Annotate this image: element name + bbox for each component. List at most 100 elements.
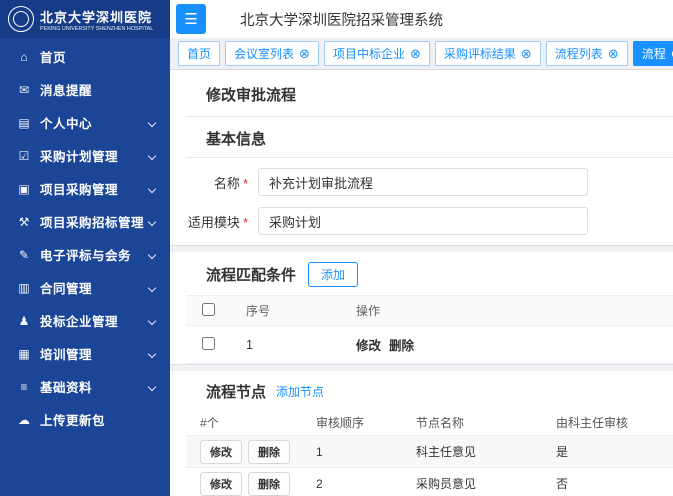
required-asterisk: * bbox=[243, 215, 248, 230]
sidebar-item-label: 项目采购招标管理 bbox=[40, 212, 144, 231]
hamburger-icon: ☰ bbox=[184, 11, 197, 28]
sidebar-item-upload-package[interactable]: ☁上传更新包 bbox=[0, 403, 170, 436]
chevron-down-icon bbox=[148, 250, 156, 258]
chevron-down-icon bbox=[148, 118, 156, 126]
tab-label: 会议室列表 bbox=[234, 45, 294, 62]
director-review-cell: 否 bbox=[556, 475, 673, 492]
column-header: 节点名称 bbox=[416, 414, 556, 431]
edit-doc-icon: ✎ bbox=[15, 248, 33, 262]
sidebar-item-project-bidding[interactable]: ⚒ 项目采购招标管理 bbox=[0, 205, 170, 238]
menu-toggle-button[interactable]: ☰ bbox=[176, 4, 206, 34]
select-all-checkbox[interactable] bbox=[202, 303, 215, 316]
id-card-icon: ▤ bbox=[15, 116, 33, 130]
basic-info-form: 名称* 适用模块* bbox=[186, 158, 673, 245]
delete-button[interactable]: 删除 bbox=[248, 472, 290, 496]
close-icon[interactable]: ⊗ bbox=[410, 47, 421, 60]
form-row-name: 名称* bbox=[186, 168, 673, 196]
column-header: #个 bbox=[186, 414, 316, 431]
tab-bar: 首页会议室列表⊗项目中标企业⊗采购评标结果⊗流程列表⊗流程⊗ bbox=[170, 38, 673, 70]
required-asterisk: * bbox=[243, 176, 248, 191]
tab-label: 项目中标企业 bbox=[333, 45, 405, 62]
tab-meeting-room-list[interactable]: 会议室列表 ⊗ bbox=[225, 41, 319, 66]
app-window: 北京大学深圳医院 PEKING UNIVERSITY SHENZHEN HOSP… bbox=[0, 0, 673, 496]
tab-label: 流程 bbox=[642, 45, 666, 62]
column-header-action: 操作 bbox=[356, 302, 673, 319]
project-icon: ▣ bbox=[15, 182, 33, 196]
upload-icon: ☁ bbox=[15, 413, 33, 427]
sidebar-item-label: 消息提醒 bbox=[40, 80, 92, 99]
director-review-cell: 是 bbox=[556, 443, 673, 460]
sidebar-item-home[interactable]: ⌂ 首页 bbox=[0, 40, 170, 73]
sidebar-item-label: 采购计划管理 bbox=[40, 146, 118, 165]
table-row: 1修改删除 bbox=[186, 326, 673, 364]
training-icon: ▦ bbox=[15, 347, 33, 361]
table-row: 修改删除 1科主任意见是 bbox=[186, 436, 673, 468]
tab-label: 首页 bbox=[187, 45, 211, 62]
table-row: 修改删除2采购员意见否 bbox=[186, 468, 673, 496]
sidebar-item-label: 合同管理 bbox=[40, 278, 92, 297]
order-cell: 1 bbox=[316, 445, 416, 459]
hospital-seal-icon bbox=[8, 6, 34, 32]
tab-bid-evaluation-result[interactable]: 采购评标结果⊗ bbox=[435, 41, 541, 66]
tab-process-list[interactable]: 流程列表⊗ bbox=[546, 41, 628, 66]
chevron-down-icon bbox=[148, 283, 156, 291]
topbar: ☰ 北京大学深圳医院招采管理系统 bbox=[170, 0, 673, 38]
tools-icon: ⚒ bbox=[15, 215, 33, 229]
seq-cell: 1 bbox=[246, 338, 356, 352]
row-checkbox[interactable] bbox=[202, 337, 215, 350]
modify-link[interactable]: 修改 bbox=[356, 339, 381, 353]
sidebar-item-purchase-plan[interactable]: ☑ 采购计划管理 bbox=[0, 139, 170, 172]
chevron-down-icon bbox=[148, 151, 156, 159]
delete-link[interactable]: 删除 bbox=[389, 339, 414, 353]
name-input[interactable] bbox=[258, 168, 588, 196]
hospital-name-en: PEKING UNIVERSITY SHENZHEN HOSPITAL bbox=[40, 26, 150, 31]
page-title: 修改审批流程 bbox=[206, 87, 296, 104]
add-node-link[interactable]: 添加节点 bbox=[276, 383, 324, 400]
sidebar-item-label: 个人中心 bbox=[40, 113, 92, 132]
section-title-process-nodes: 流程节点 bbox=[206, 381, 266, 402]
chevron-down-icon bbox=[148, 349, 156, 357]
sidebar-item-label: 培训管理 bbox=[40, 344, 92, 363]
column-header: 审核顺序 bbox=[316, 414, 416, 431]
sidebar-item-e-evaluation[interactable]: ✎电子评标与会务 bbox=[0, 238, 170, 271]
chevron-down-icon bbox=[148, 217, 156, 225]
chevron-down-icon bbox=[148, 382, 156, 390]
sidebar-item-project-purchase[interactable]: ▣项目采购管理 bbox=[0, 172, 170, 205]
content: 修改审批流程 基本信息 名称*适用模块* 流程匹配条件 添加 序号操作 1修改删… bbox=[170, 70, 673, 496]
module-input[interactable] bbox=[258, 207, 588, 235]
modify-button[interactable]: 修改 bbox=[200, 472, 242, 496]
node-name-cell: 科主任意见 bbox=[416, 443, 556, 460]
match-conditions-table-header: 序号操作 bbox=[186, 296, 673, 326]
close-icon[interactable]: ⊗ bbox=[521, 47, 532, 60]
close-icon[interactable]: ⊗ bbox=[299, 47, 310, 60]
section-separator bbox=[170, 364, 673, 371]
sidebar-item-bidder-mgmt[interactable]: ♟ 投标企业管理 bbox=[0, 304, 170, 337]
home-icon: ⌂ bbox=[15, 50, 33, 64]
tab-home[interactable]: 首页 bbox=[178, 41, 220, 66]
tab-process[interactable]: 流程⊗ bbox=[633, 41, 673, 66]
sidebar-item-messages[interactable]: ✉ 消息提醒 bbox=[0, 73, 170, 106]
plan-check-icon: ☑ bbox=[15, 149, 33, 163]
delete-button[interactable]: 删除 bbox=[248, 440, 290, 464]
bell-icon: ✉ bbox=[15, 83, 33, 97]
main-area: ☰ 北京大学深圳医院招采管理系统 首页会议室列表⊗项目中标企业⊗采购评标结果⊗流… bbox=[170, 0, 673, 496]
field-label-name: 名称* bbox=[186, 173, 248, 192]
contract-icon: ▥ bbox=[15, 281, 33, 295]
section-title-basic-info: 基本信息 bbox=[206, 128, 266, 149]
sidebar-item-training[interactable]: ▦ 培训管理 bbox=[0, 337, 170, 370]
sidebar-item-personal-center[interactable]: ▤ 个人中心 bbox=[0, 106, 170, 139]
tab-project-winners[interactable]: 项目中标企业 ⊗ bbox=[324, 41, 430, 66]
section-title-match-conditions: 流程匹配条件 bbox=[206, 264, 296, 285]
add-condition-button[interactable]: 添加 bbox=[308, 262, 358, 287]
close-icon[interactable]: ⊗ bbox=[608, 47, 619, 60]
process-nodes-table: #个审核顺序节点名称由科主任审核 修改删除1科主任意见是修改删除2采购员意见否修… bbox=[186, 410, 673, 496]
form-row-module: 适用模块* bbox=[186, 207, 673, 235]
sidebar-item-label: 投标企业管理 bbox=[40, 311, 118, 330]
person-icon: ♟ bbox=[15, 314, 33, 328]
match-conditions-table: 序号操作 1修改删除 bbox=[186, 295, 673, 364]
sidebar-item-basic-data[interactable]: ≡基础资料 bbox=[0, 370, 170, 403]
sidebar-item-contract[interactable]: ▥ 合同管理 bbox=[0, 271, 170, 304]
hospital-brand: 北京大学深圳医院 PEKING UNIVERSITY SHENZHEN HOSP… bbox=[0, 0, 170, 38]
modify-button[interactable]: 修改 bbox=[200, 440, 242, 464]
sidebar-item-label: 首页 bbox=[40, 47, 66, 66]
